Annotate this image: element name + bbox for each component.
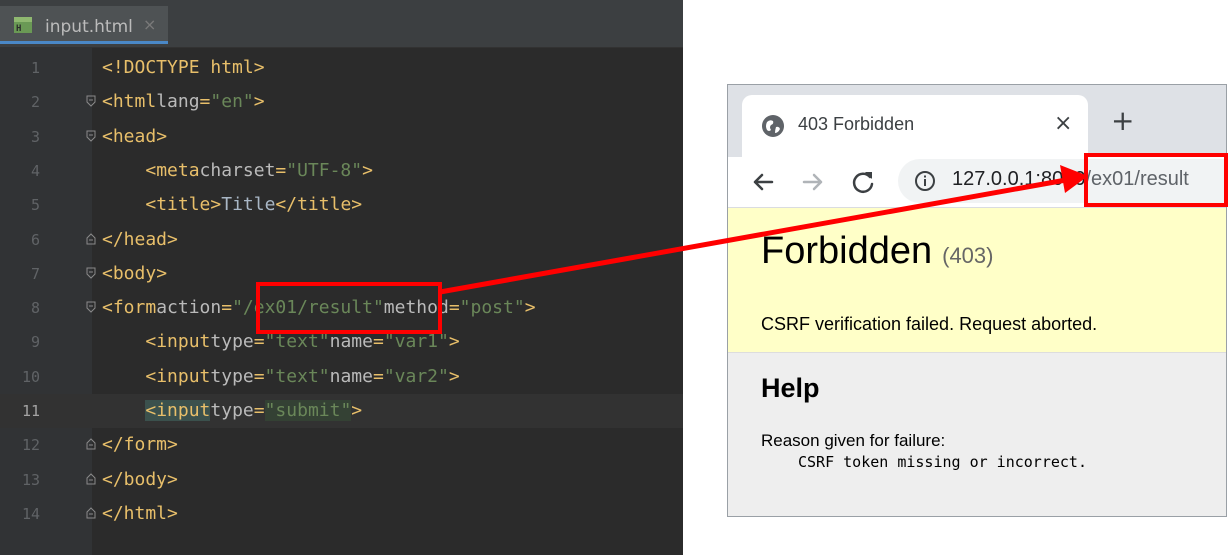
annotation-arrow <box>439 165 1088 295</box>
